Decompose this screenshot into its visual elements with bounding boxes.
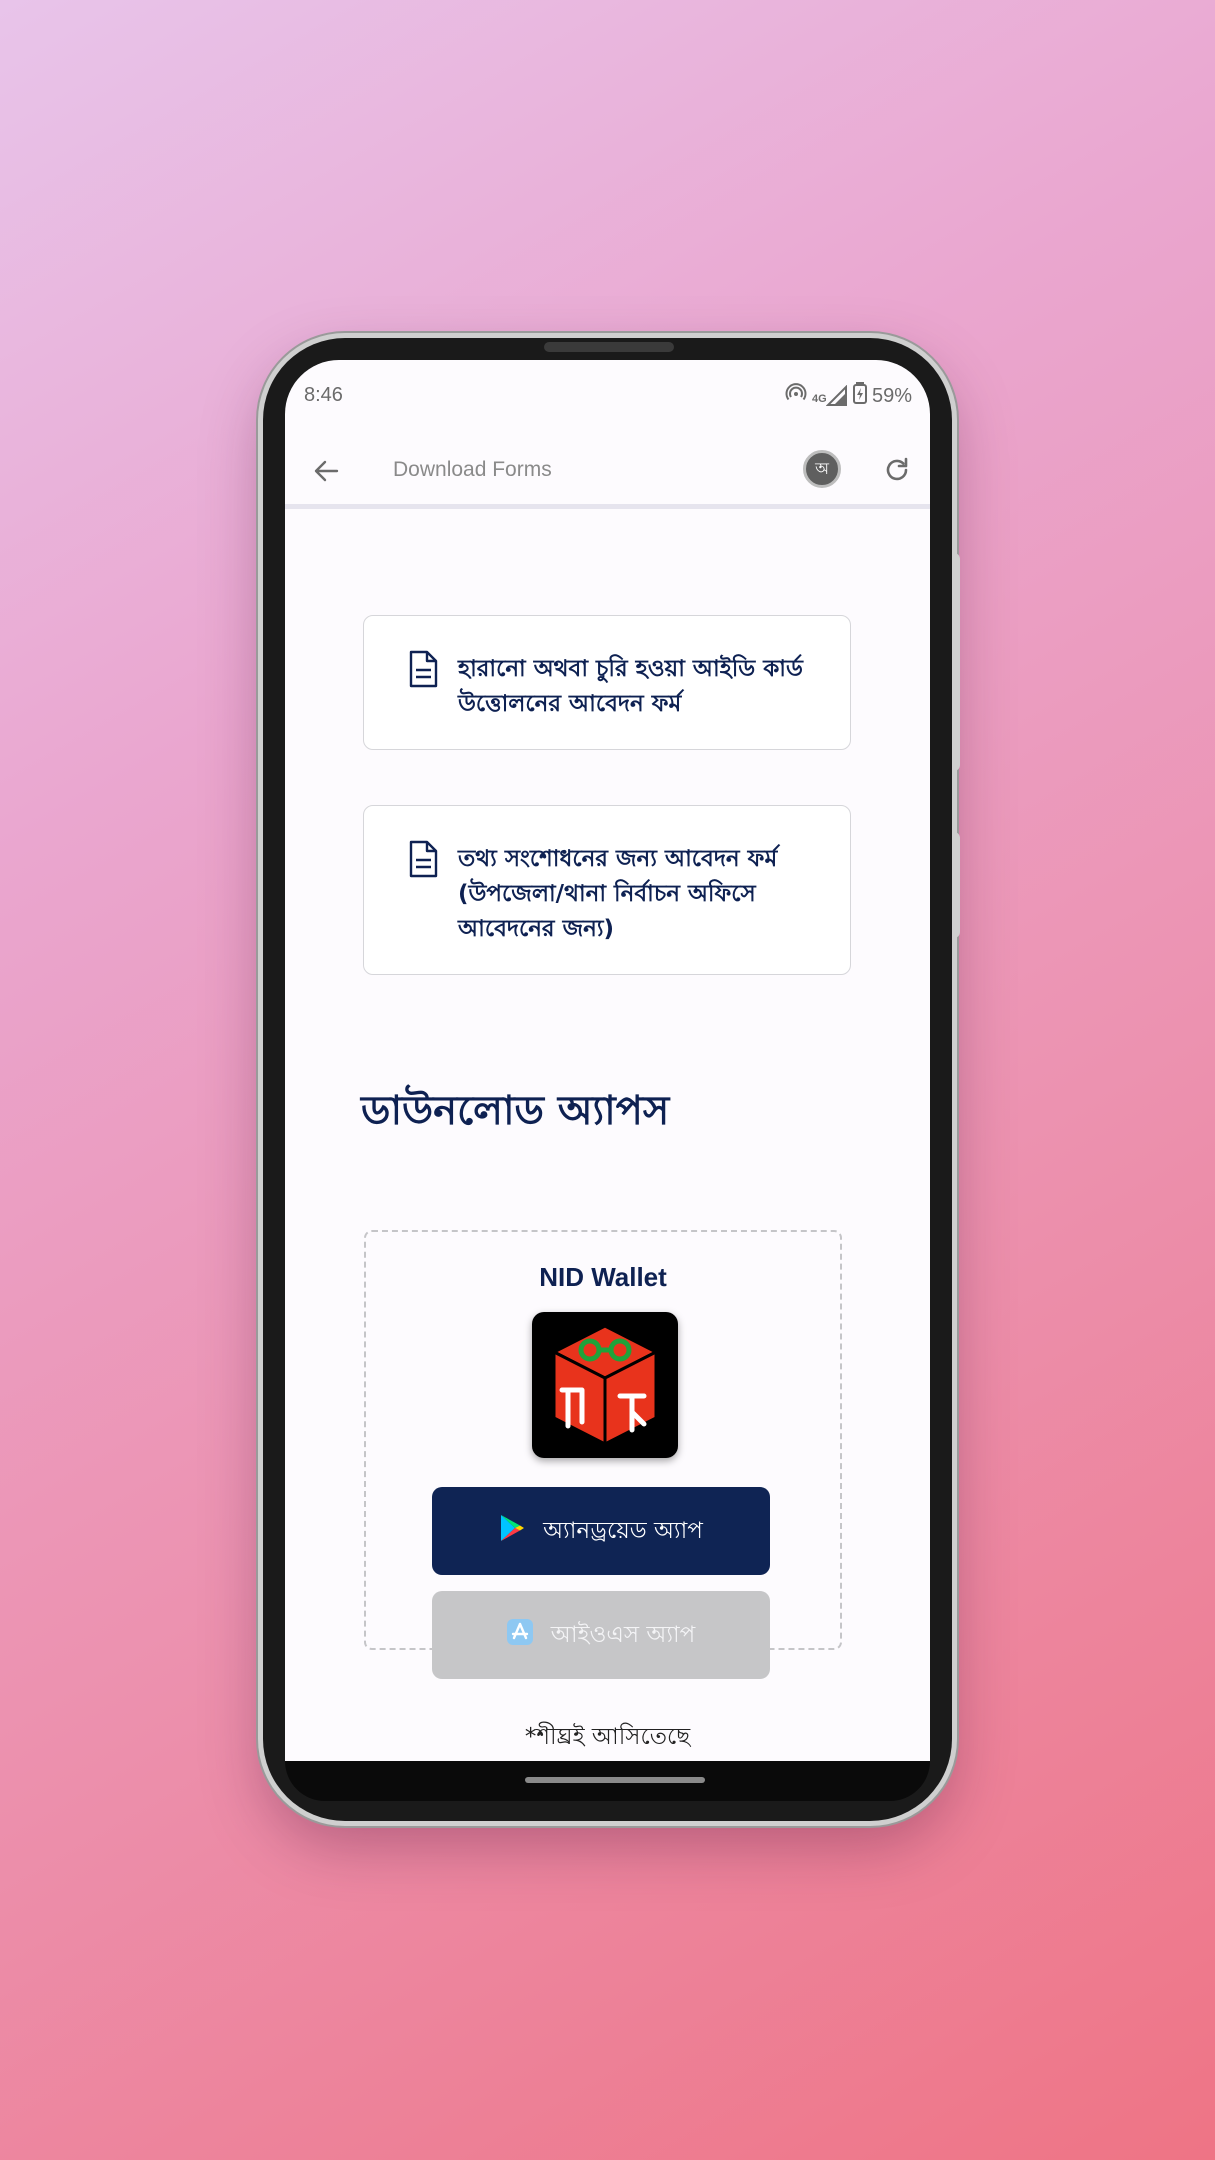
form-title: হারানো অথবা চুরি হওয়া আইডি কার্ড উত্তোল… (458, 652, 824, 722)
phone-side-button-power (952, 553, 960, 771)
section-heading-download-apps: ডাউনলোড অ্যাপস (361, 1088, 670, 1134)
form-title-line: (উপজেলা/থানা নির্বাচন অফিসে (458, 881, 756, 907)
ios-app-button[interactable]: আইওএস অ্যাপ (432, 1591, 770, 1679)
arrow-left-icon (314, 460, 339, 482)
app-store-icon (506, 1619, 533, 1651)
form-title: তথ্য সংশোধনের জন্য আবেদন ফর্ম (উপজেলা/থা… (458, 842, 824, 947)
form-card-lost-id[interactable]: হারানো অথবা চুরি হওয়া আইডি কার্ড উত্তোল… (363, 615, 851, 750)
phone-side-button-volume (952, 832, 960, 938)
hotspot-icon (785, 382, 807, 410)
android-app-label: অ্যানড্রয়েড অ্যাপ (543, 1517, 703, 1544)
refresh-button[interactable] (879, 452, 915, 488)
coming-soon-note: *শীঘ্রই আসিতেছে (524, 1724, 691, 1750)
google-play-icon (499, 1514, 525, 1548)
form-title-line: হারানো অথবা চুরি হওয়া আইডি কার্ড (458, 656, 803, 682)
navigation-bar (285, 1761, 930, 1801)
back-button[interactable] (307, 452, 345, 490)
signal-icon: 4G (812, 385, 848, 407)
nid-wallet-logo-icon (532, 1312, 678, 1458)
form-card-correction[interactable]: তথ্য সংশোধনের জন্য আবেদন ফর্ম (উপজেলা/থা… (363, 805, 851, 975)
app-bar: Download Forms অ (285, 428, 930, 516)
status-icons: 4G 59% (785, 382, 912, 410)
battery-icon (852, 382, 867, 410)
language-toggle-button[interactable]: অ (803, 450, 841, 488)
form-title-line: উত্তোলনের আবেদন ফর্ম (458, 691, 682, 717)
network-type-label: 4G (811, 393, 827, 405)
app-card-nid-wallet: NID Wallet অ্যানড্রয়েড অ্যাপ আইওএস অ্যা… (364, 1230, 842, 1679)
form-title-line: তথ্য সংশোধনের জন্য আবেদন ফর্ম (458, 846, 778, 872)
form-title-line: আবেদনের জন্য) (458, 916, 615, 942)
refresh-icon (886, 457, 908, 481)
phone-speaker (544, 342, 674, 352)
app-name: NID Wallet (539, 1262, 667, 1292)
ios-app-label: আইওএস অ্যাপ (550, 1621, 696, 1648)
android-app-button[interactable]: অ্যানড্রয়েড অ্যাপ (432, 1487, 770, 1575)
battery-percentage: 59% (871, 384, 912, 407)
home-indicator[interactable] (525, 1777, 705, 1783)
phone-frame: 8:46 4G 59% Download Forms অ হারানো অথবা… (263, 338, 960, 1821)
status-time: 8:46 (304, 384, 343, 406)
document-icon (408, 840, 438, 882)
phone-screen: 8:46 4G 59% Download Forms অ হারানো অথবা… (285, 360, 930, 1761)
status-bar: 8:46 4G 59% (285, 360, 930, 428)
language-toggle-label: অ (815, 458, 829, 478)
main-content[interactable]: হারানো অথবা চুরি হওয়া আইডি কার্ড উত্তোল… (285, 509, 930, 1761)
page-title: Download Forms (393, 458, 552, 481)
document-icon (408, 650, 438, 692)
